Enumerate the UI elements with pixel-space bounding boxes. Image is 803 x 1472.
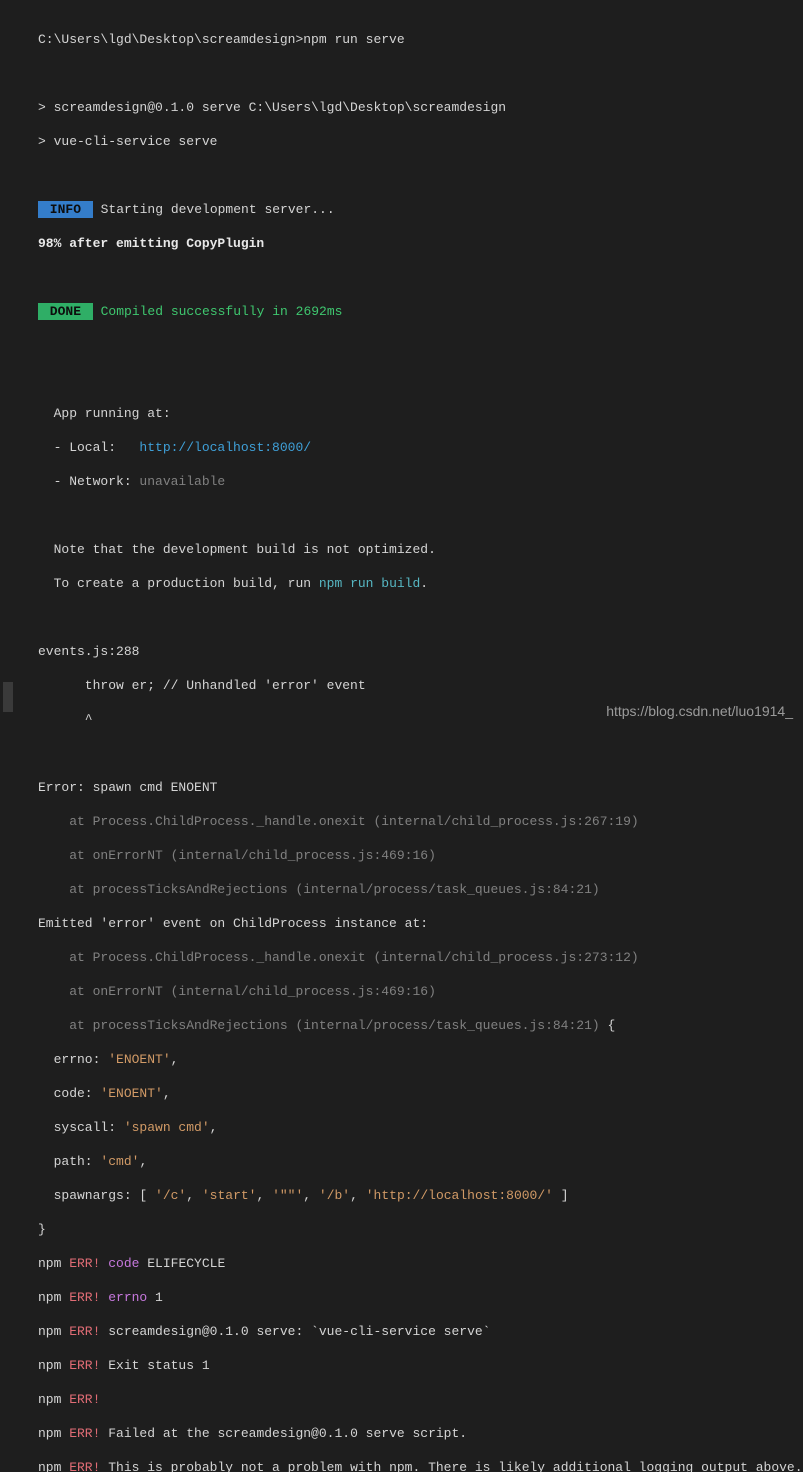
err-label: ERR! xyxy=(61,1426,100,1441)
err-label: ERR! xyxy=(61,1324,100,1339)
npm-prefix: npm xyxy=(38,1324,61,1339)
comma: , xyxy=(139,1154,147,1169)
err-label: ERR! xyxy=(61,1290,100,1305)
editor-gutter xyxy=(0,0,16,736)
syscall-label: syscall: xyxy=(38,1120,124,1135)
err2a: errno xyxy=(100,1290,147,1305)
done-badge: DONE xyxy=(38,303,93,320)
note-line-1: Note that the development build is not o… xyxy=(38,542,436,557)
err1b: ELIFECYCLE xyxy=(139,1256,225,1271)
trace-2: at onErrorNT (internal/child_process.js:… xyxy=(38,848,436,863)
progress: 98% after emitting CopyPlugin xyxy=(38,236,264,251)
comma: , xyxy=(171,1052,179,1067)
gutter-marker xyxy=(3,682,13,712)
trace-6b: { xyxy=(600,1018,616,1033)
trace-5: at onErrorNT (internal/child_process.js:… xyxy=(38,984,436,999)
local-url[interactable]: http://localhost:8000/ xyxy=(139,440,311,455)
err6: Failed at the screamdesign@0.1.0 serve s… xyxy=(100,1426,467,1441)
errno-val: 'ENOENT' xyxy=(108,1052,170,1067)
err3: screamdesign@0.1.0 serve: `vue-cli-servi… xyxy=(100,1324,490,1339)
sa2: 'start' xyxy=(202,1188,257,1203)
sa1: '/c' xyxy=(155,1188,186,1203)
events-file: events.js:288 xyxy=(38,644,139,659)
app-running: App running at: xyxy=(38,406,171,421)
service-run: > vue-cli-service serve xyxy=(38,134,217,149)
caret-line: ^ xyxy=(38,712,93,727)
errno-label: errno: xyxy=(38,1052,108,1067)
trace-4: at Process.ChildProcess._handle.onexit (… xyxy=(38,950,639,965)
err-label: ERR! xyxy=(61,1256,100,1271)
code-label: code: xyxy=(38,1086,100,1101)
spawnargs-close: ] xyxy=(553,1188,569,1203)
npm-prefix: npm xyxy=(38,1460,61,1472)
terminal-output[interactable]: C:\Users\lgd\Desktop\screamdesign>npm ru… xyxy=(0,0,803,1472)
throw-line: throw er; // Unhandled 'error' event xyxy=(38,678,366,693)
brace-close: } xyxy=(38,1222,46,1237)
trace-1: at Process.ChildProcess._handle.onexit (… xyxy=(38,814,639,829)
npm-prefix: npm xyxy=(38,1290,61,1305)
err4: Exit status 1 xyxy=(100,1358,209,1373)
trace-3: at processTicksAndRejections (internal/p… xyxy=(38,882,600,897)
npm-prefix: npm xyxy=(38,1426,61,1441)
code-val: 'ENOENT' xyxy=(100,1086,162,1101)
syscall-val: 'spawn cmd' xyxy=(124,1120,210,1135)
info-badge: INFO xyxy=(38,201,93,218)
npm-run-build: npm run build xyxy=(319,576,420,591)
done-text: Compiled successfully in 2692ms xyxy=(93,304,343,319)
emitted-header: Emitted 'error' event on ChildProcess in… xyxy=(38,916,428,931)
network-value: unavailable xyxy=(139,474,225,489)
err7: This is probably not a problem with npm.… xyxy=(100,1460,802,1472)
sa3: '""' xyxy=(272,1188,303,1203)
err-label: ERR! xyxy=(61,1460,100,1472)
npm-prefix: npm xyxy=(38,1392,61,1407)
err-label: ERR! xyxy=(61,1392,100,1407)
npm-prefix: npm xyxy=(38,1358,61,1373)
comma: , xyxy=(163,1086,171,1101)
network-label: - Network: xyxy=(38,474,139,489)
pkg-run: > screamdesign@0.1.0 serve C:\Users\lgd\… xyxy=(38,100,506,115)
trace-6a: at processTicksAndRejections (internal/p… xyxy=(38,1018,600,1033)
local-label: - Local: xyxy=(38,440,139,455)
err-label: ERR! xyxy=(61,1358,100,1373)
path-label: path: xyxy=(38,1154,100,1169)
error-header: Error: spawn cmd ENOENT xyxy=(38,780,217,795)
note-line-2c: . xyxy=(420,576,428,591)
path-val: 'cmd' xyxy=(100,1154,139,1169)
err2b: 1 xyxy=(147,1290,163,1305)
sa5: 'http://localhost:8000/' xyxy=(366,1188,553,1203)
cmd-prompt: C:\Users\lgd\Desktop\screamdesign>npm ru… xyxy=(38,32,405,47)
watermark: https://blog.csdn.net/luo1914_ xyxy=(606,703,793,720)
comma: , xyxy=(210,1120,218,1135)
note-line-2a: To create a production build, run xyxy=(38,576,319,591)
info-text: Starting development server... xyxy=(93,202,335,217)
sa4: '/b' xyxy=(319,1188,350,1203)
err1a: code xyxy=(100,1256,139,1271)
npm-prefix: npm xyxy=(38,1256,61,1271)
spawnargs-label: spawnargs: [ xyxy=(38,1188,155,1203)
